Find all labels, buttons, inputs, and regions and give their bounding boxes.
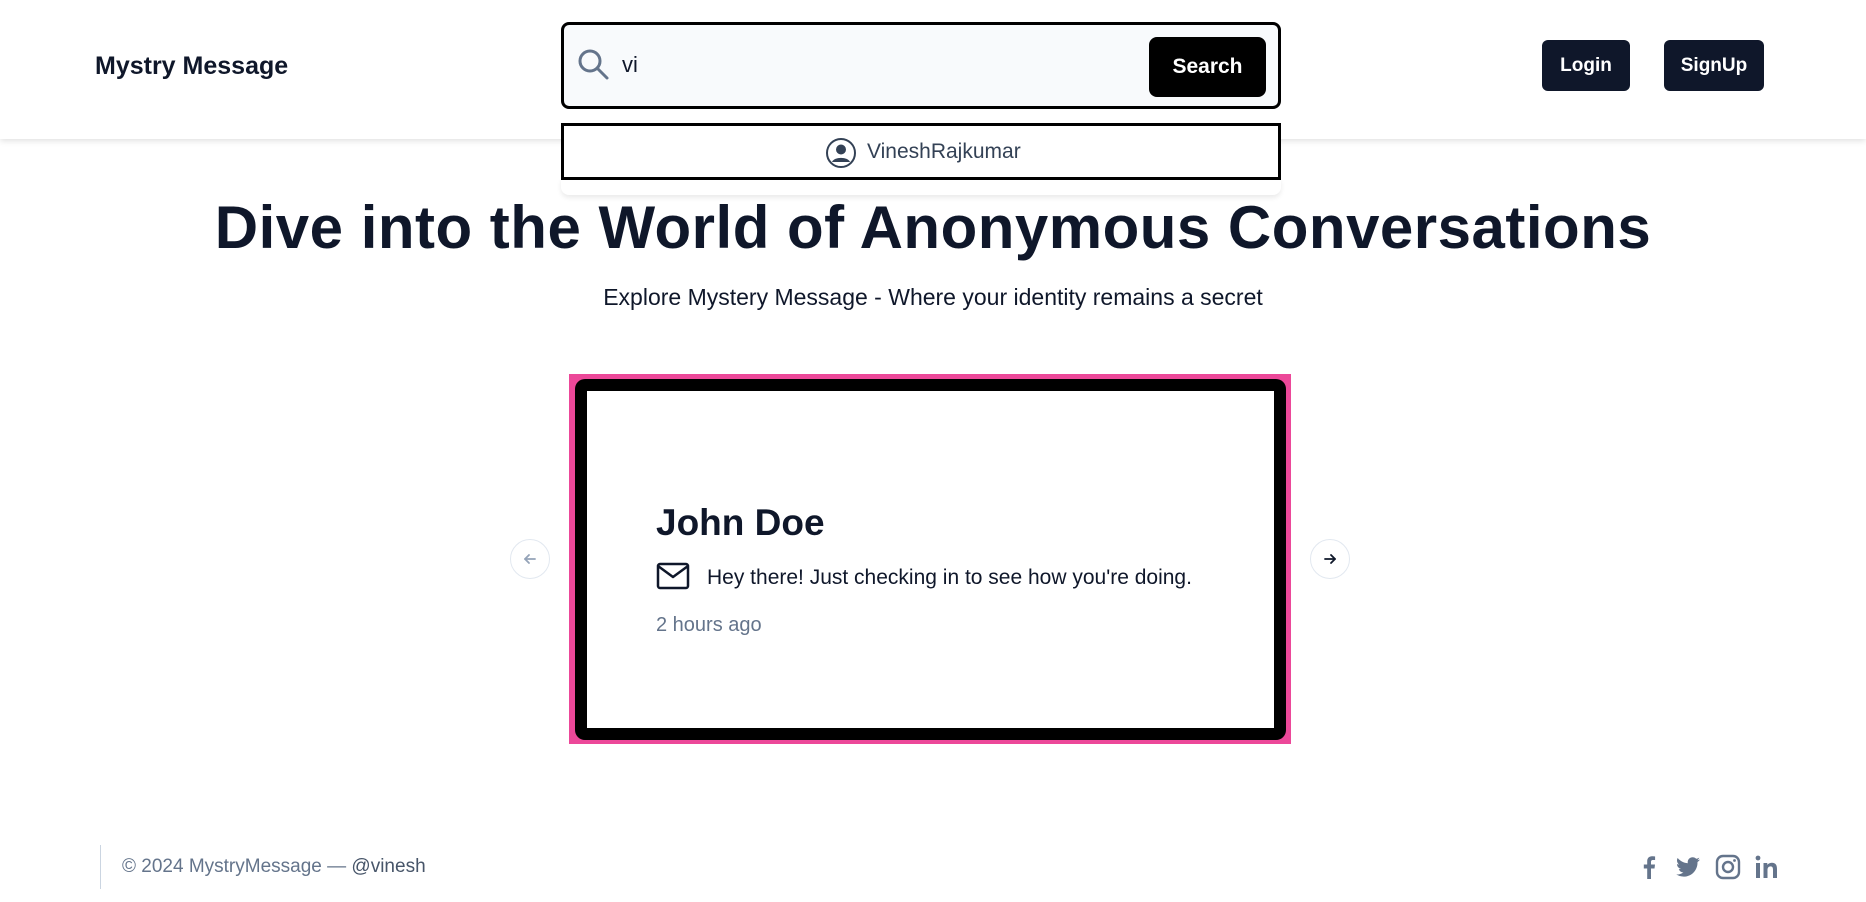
carousel-prev-button[interactable] — [510, 539, 550, 579]
copyright-text: © 2024 MystryMessage — — [122, 856, 347, 877]
arrow-left-icon — [524, 554, 536, 564]
mail-icon — [656, 562, 690, 590]
hero-title: Dive into the World of Anonymous Convers… — [214, 194, 1652, 261]
instagram-icon[interactable] — [1713, 852, 1743, 882]
footer-copyright: © 2024 MystryMessage — @vinesh — [122, 856, 426, 878]
site-header: Mystry Message Search Login SignUp — [0, 0, 1866, 139]
footer-divider — [100, 845, 101, 889]
card-timestamp: 2 hours ago — [656, 614, 762, 636]
search-suggestions-dropdown: VineshRajkumar — [561, 123, 1281, 180]
search-input[interactable] — [622, 43, 1122, 87]
login-button[interactable]: Login — [1542, 40, 1630, 91]
card-message-text: Hey there! Just checking in to see how y… — [707, 566, 1192, 589]
suggestion-item[interactable]: VineshRajkumar — [564, 126, 1278, 177]
author-handle-link[interactable]: @vinesh — [351, 856, 425, 877]
arrow-right-icon — [1324, 554, 1336, 564]
message-card: John Doe Hey there! Just checking in to … — [575, 379, 1286, 740]
carousel-next-button[interactable] — [1310, 539, 1350, 579]
search-icon — [578, 49, 609, 80]
search-button[interactable]: Search — [1149, 37, 1266, 97]
twitter-icon[interactable] — [1673, 852, 1703, 882]
facebook-icon[interactable] — [1634, 852, 1664, 882]
user-circle-icon — [826, 138, 856, 168]
search-bar: Search — [561, 22, 1281, 109]
suggestion-label: VineshRajkumar — [867, 140, 1021, 163]
hero-subtitle: Explore Mystery Message - Where your ide… — [603, 284, 1263, 310]
linkedin-icon[interactable] — [1752, 852, 1782, 882]
brand-logo-text[interactable]: Mystry Message — [95, 52, 288, 81]
signup-button[interactable]: SignUp — [1664, 40, 1764, 91]
card-sender-name: John Doe — [656, 502, 825, 543]
